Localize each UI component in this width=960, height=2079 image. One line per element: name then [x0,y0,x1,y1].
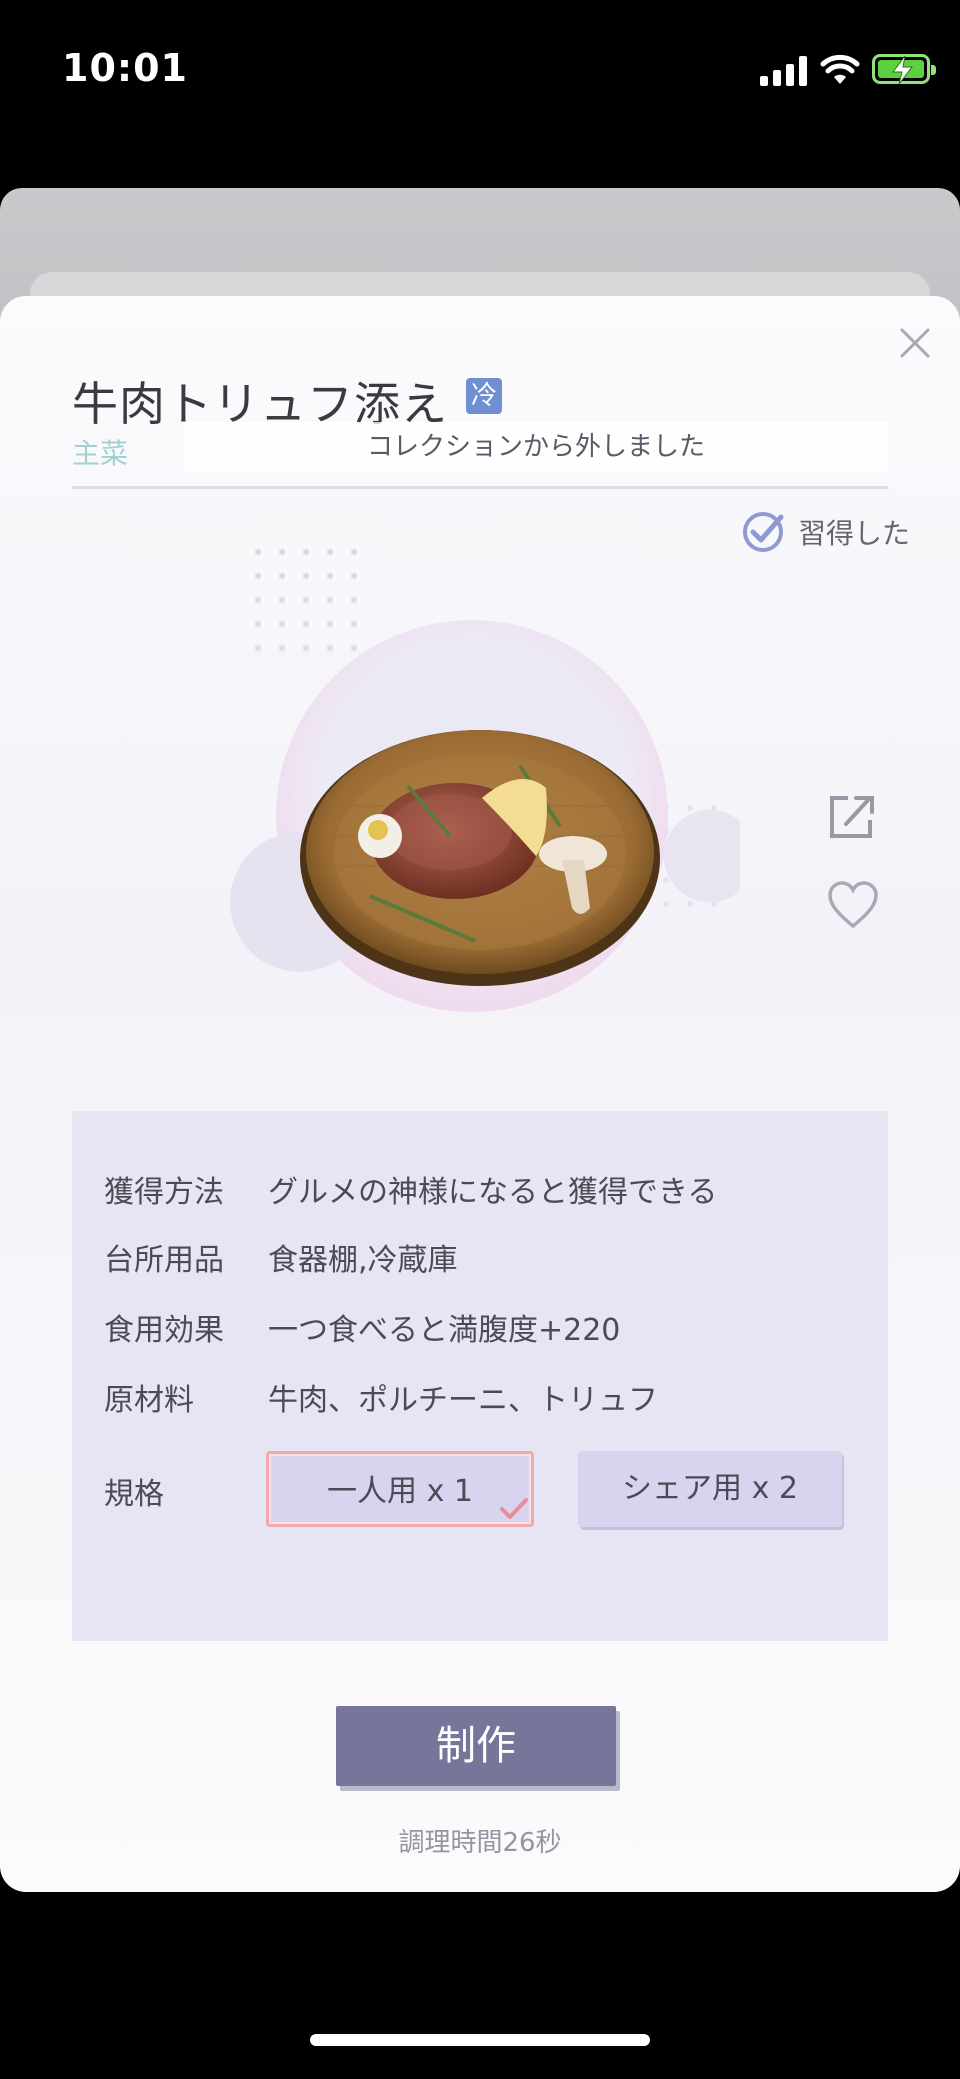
make-button[interactable]: 制作 [336,1706,616,1786]
recipe-info-panel: 獲得方法 グルメの神様になると獲得できる 台所用品 食器棚,冷蔵庫 食用効果 一… [72,1111,888,1641]
title-divider [72,486,888,489]
size-option-share[interactable]: シェア用 x 2 [578,1451,842,1527]
wifi-icon [820,54,860,84]
recipe-modal: 牛肉トリュフ添え 冷 主菜 コレクションから外しました 習得した 獲得方法 グル… [0,296,960,1892]
size-option-label: 一人用 x 1 [327,1474,473,1509]
cold-badge: 冷 [466,378,502,414]
battery-charging-icon [872,54,936,85]
learned-label: 習得した [798,517,911,550]
info-label: 台所用品 [104,1243,224,1278]
info-value: 食器棚,冷蔵庫 [268,1243,458,1278]
status-bar: 10:01 [0,0,960,140]
size-option-single[interactable]: 一人用 x 1 [266,1451,534,1527]
dish-category: 主菜 [72,437,129,470]
selected-check-icon [500,1498,528,1519]
learned-status: 習得した [742,510,910,554]
share-icon[interactable] [826,790,878,842]
cellular-signal-icon [760,56,808,86]
beef-truffle-plate-image [230,620,740,1012]
size-label: 規格 [104,1477,164,1512]
cook-time: 調理時間26秒 [398,1828,562,1858]
info-label: 獲得方法 [104,1175,224,1210]
info-value: 牛肉、ポルチーニ、トリュフ [268,1383,658,1418]
info-value: グルメの神様になると獲得できる [268,1175,718,1210]
size-option-label: シェア用 x 2 [622,1471,798,1506]
info-label: 食用効果 [104,1313,224,1348]
home-indicator[interactable] [310,2034,650,2046]
info-label: 原材料 [104,1383,194,1418]
info-value: 一つ食べると満腹度+220 [268,1313,621,1348]
close-icon[interactable] [898,326,932,360]
toast-message: コレクションから外しました [184,422,888,472]
heart-icon[interactable] [826,880,880,930]
status-time: 10:01 [62,46,188,90]
check-circle-icon [743,512,784,552]
